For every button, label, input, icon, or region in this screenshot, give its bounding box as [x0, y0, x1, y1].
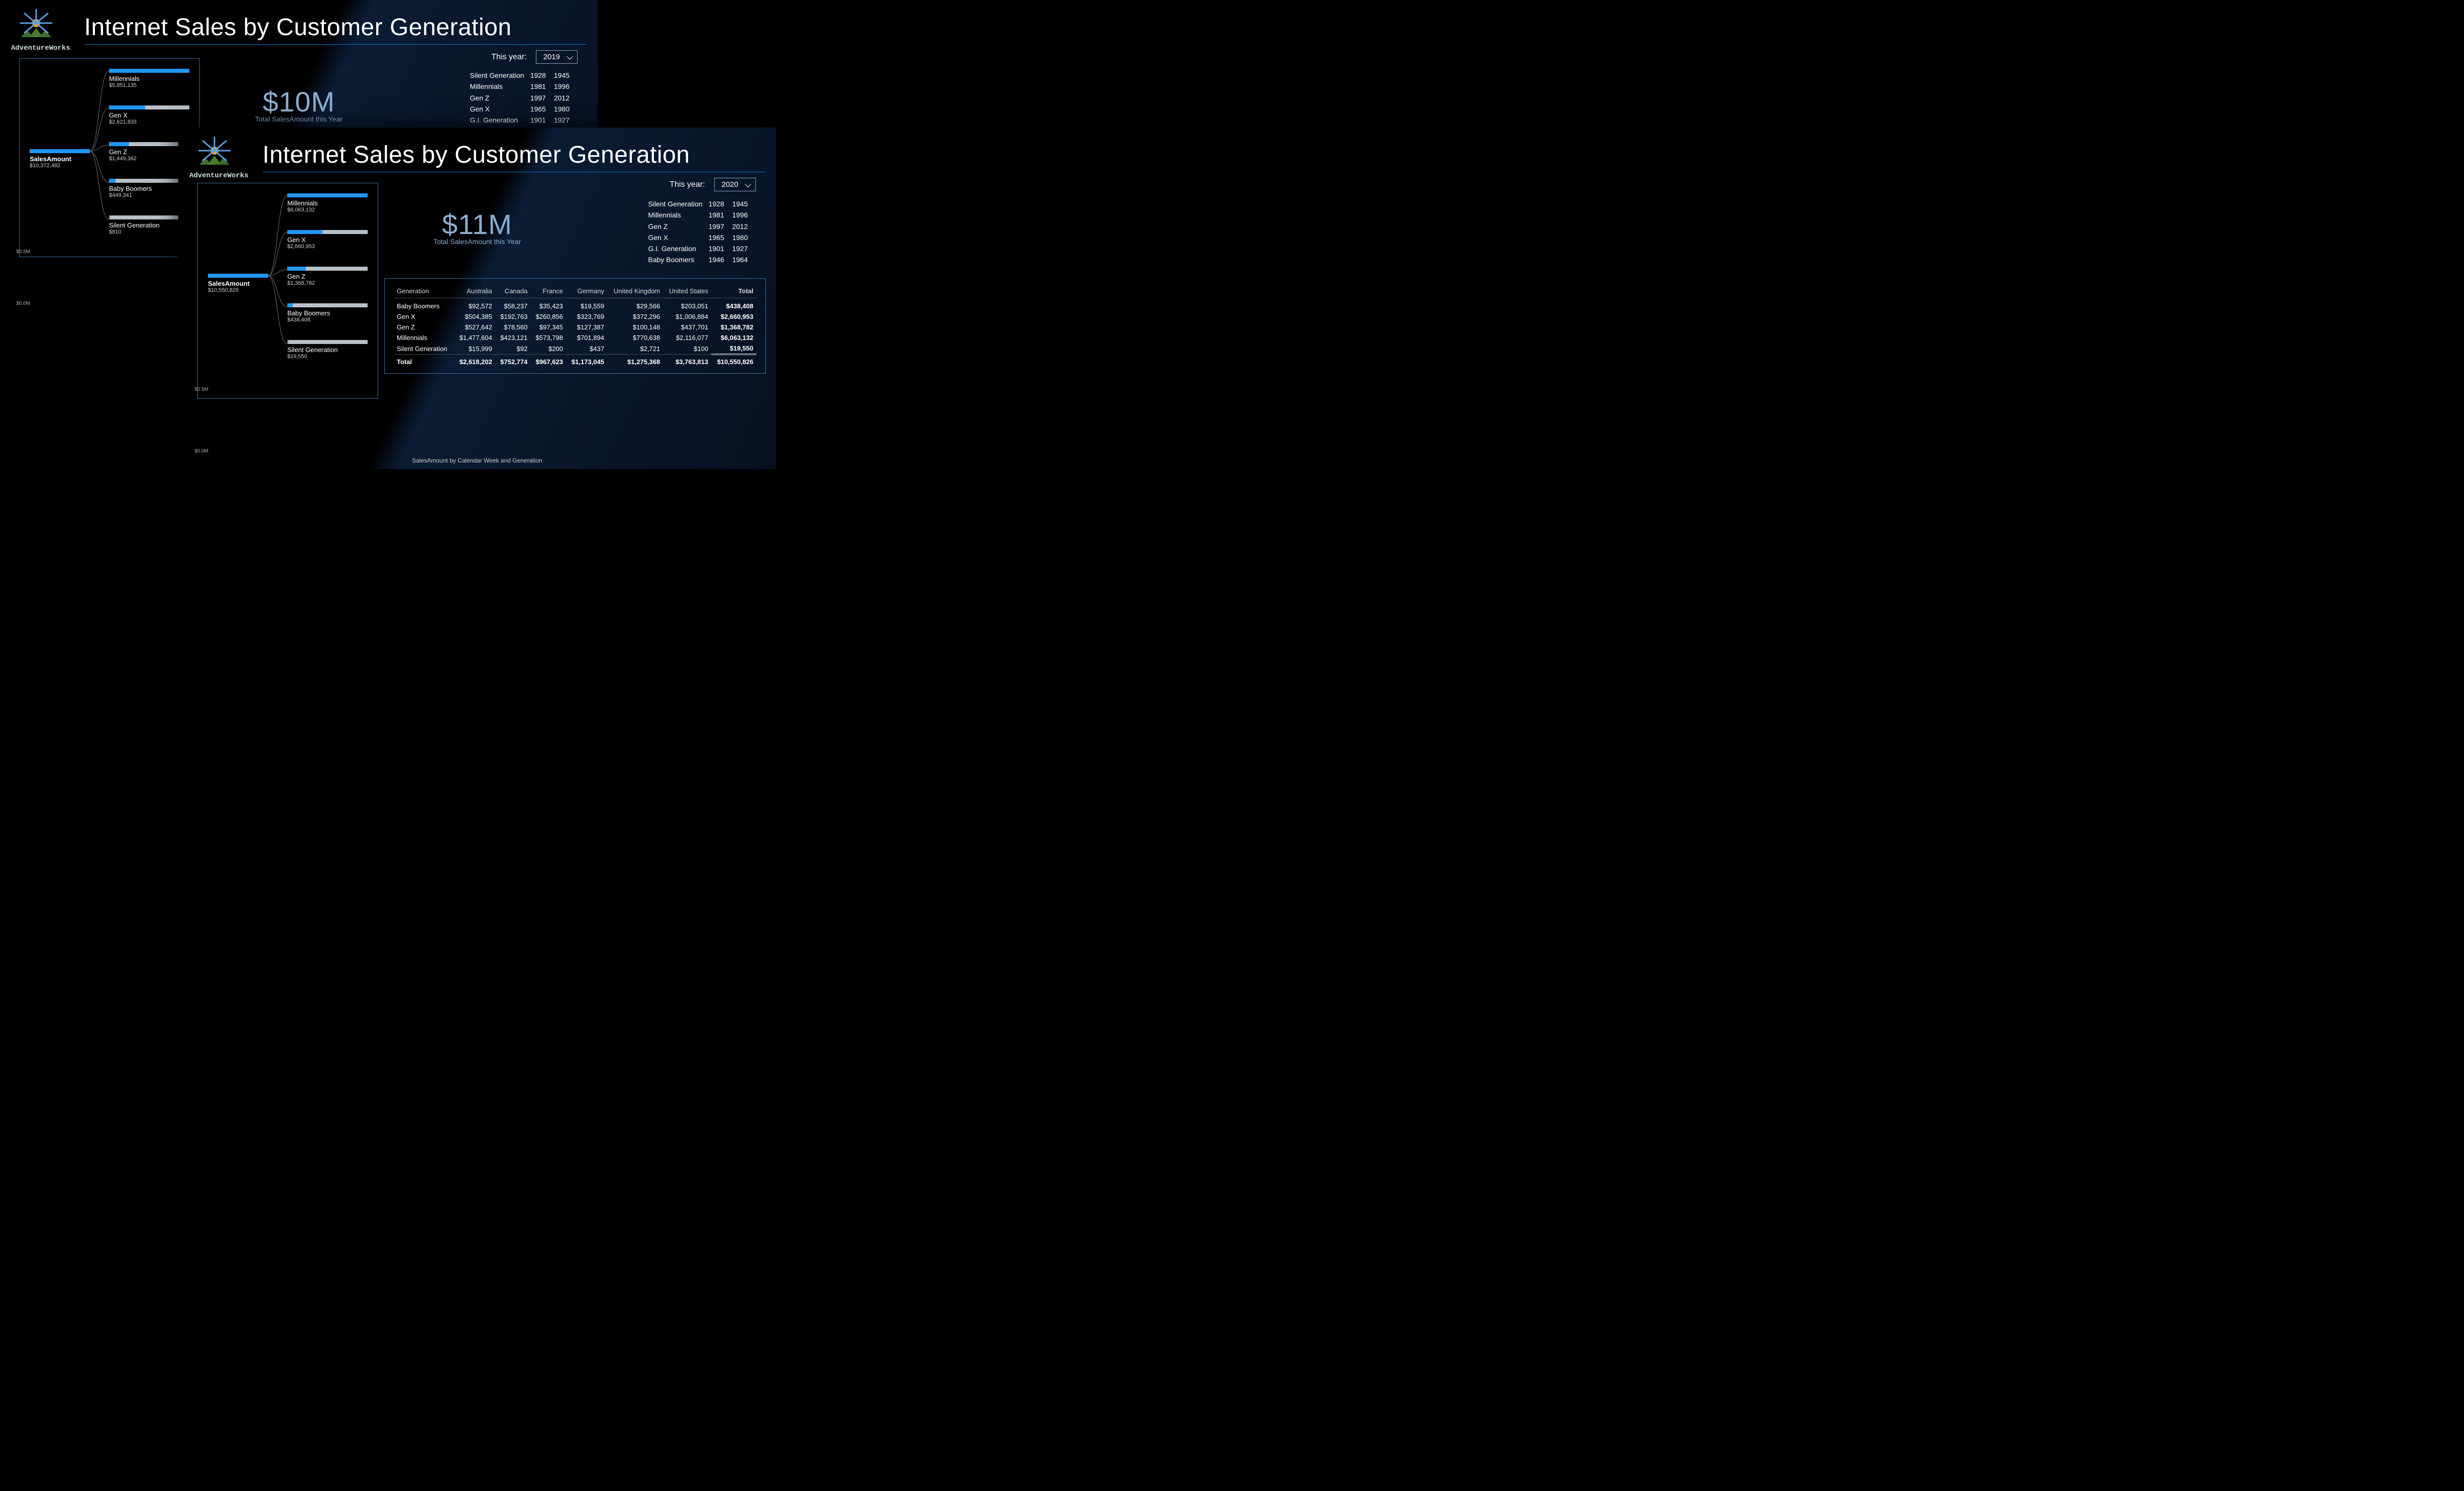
matrix-header: Canada — [495, 286, 531, 298]
matrix-header: United Kingdom — [607, 286, 663, 298]
kpi-value: $11M — [433, 208, 521, 241]
logo-name: AdventureWorks — [11, 44, 70, 52]
kpi-card: $11M Total SalesAmount this Year — [433, 208, 521, 246]
matrix-visual[interactable]: GenerationAustraliaCanadaFranceGermanyUn… — [384, 278, 766, 374]
year-value: 2020 — [722, 180, 738, 189]
decomp-leaf-label: Silent Generation — [287, 346, 368, 354]
y-axis-top: $0.5M — [10, 249, 30, 255]
weekly-caption: SalesAmount by Calendar Week and Generat… — [188, 457, 766, 464]
table-row[interactable]: Gen Z$527,642$78,560$97,345$127,387$100,… — [394, 322, 756, 332]
decomp-root-value: $10,550,826 — [208, 287, 268, 293]
decomp-root-label: SalesAmount — [208, 280, 268, 287]
decomp-leaf[interactable]: Gen Z$1,449,362 — [109, 142, 189, 162]
decomp-leaf-value: $5,851,135 — [109, 82, 189, 88]
matrix-header: United States — [663, 286, 711, 298]
y-axis-bottom: $0.0M — [10, 301, 30, 306]
decomp-leaf-label: Silent Generation — [109, 221, 189, 229]
decomp-leaf[interactable]: Silent Generation$810 — [109, 215, 189, 235]
decomp-root-label: SalesAmount — [30, 155, 90, 163]
generation-def-row: Silent Generation19281945 — [470, 70, 577, 80]
kpi-caption: Total SalesAmount this Year — [433, 238, 521, 246]
generation-def-row: Millennials19811996 — [648, 210, 755, 220]
page-title: Internet Sales by Customer Generation — [263, 141, 765, 172]
table-row[interactable]: Millennials$1,477,604$423,121$573,798$70… — [394, 332, 756, 343]
decomp-leaf[interactable]: Millennials$5,851,135 — [109, 69, 189, 88]
year-select[interactable]: 2019 — [536, 50, 578, 64]
decomp-leaf-label: Millennials — [287, 199, 368, 207]
generation-def-row: Gen X19651980 — [470, 104, 577, 114]
generation-def-row: Baby Boomers19461964 — [648, 255, 755, 265]
y-axis-top: $0.5M — [188, 387, 208, 392]
logo-name: AdventureWorks — [189, 172, 249, 180]
decomp-leaf-value: $2,621,833 — [109, 119, 189, 125]
kpi-card: $10M Total SalesAmount this Year — [255, 85, 343, 123]
decomposition-tree[interactable]: SalesAmount $10,372,482 Millennials$5,85… — [19, 58, 200, 257]
decomp-leaf-value: $2,660,953 — [287, 244, 368, 250]
matrix-total-row: Total$2,618,202$752,774$967,623$1,173,04… — [394, 355, 756, 368]
decomp-leaf-label: Gen Z — [287, 273, 368, 280]
table-row[interactable]: Silent Generation$15,999$92$200$437$2,72… — [394, 343, 756, 355]
decomp-leaf-value: $1,449,362 — [109, 156, 189, 162]
decomp-leaf-value: $1,368,782 — [287, 280, 368, 286]
year-label: This year: — [669, 180, 705, 189]
table-row[interactable]: Gen X$504,385$192,763$260,856$323,769$37… — [394, 311, 756, 322]
decomp-leaf[interactable]: Millennials$6,063,132 — [287, 193, 368, 213]
table-row[interactable]: Baby Boomers$92,572$58,237$35,423$19,559… — [394, 298, 756, 312]
decomp-leaf-value: $438,408 — [287, 317, 368, 323]
decomp-leaf-value: $19,550 — [287, 354, 368, 360]
generation-def-row: Gen Z19972012 — [470, 93, 577, 103]
matrix-header: France — [530, 286, 566, 298]
weekly-stacked-chart[interactable]: $0.5M $0.0M SalesAmount by Calendar Week… — [188, 389, 766, 464]
decomp-leaf[interactable]: Gen X$2,621,833 — [109, 105, 189, 125]
decomp-leaf-label: Gen Z — [109, 148, 189, 156]
year-value: 2019 — [543, 53, 560, 61]
decomp-leaf-value: $810 — [109, 229, 189, 235]
decomp-root-value: $10,372,482 — [30, 163, 90, 169]
decomp-leaf[interactable]: Gen Z$1,368,782 — [287, 267, 368, 286]
matrix-header: Australia — [454, 286, 495, 298]
generation-definitions: Silent Generation19281945Millennials1981… — [647, 198, 756, 266]
decomp-leaf-label: Gen X — [109, 111, 189, 119]
dashboard-2020: AdventureWorks Internet Sales by Custome… — [178, 128, 776, 469]
decomp-leaf[interactable]: Baby Boomers$449,341 — [109, 179, 189, 198]
decomp-leaf-label: Baby Boomers — [109, 185, 189, 192]
generation-def-row: Gen Z19972012 — [648, 221, 755, 232]
year-label: This year: — [491, 53, 526, 62]
y-axis-bottom: $0.0M — [188, 448, 208, 454]
generation-def-row: Gen X19651980 — [648, 233, 755, 243]
decomp-leaf-label: Baby Boomers — [287, 309, 368, 317]
decomp-leaf-label: Gen X — [287, 236, 368, 244]
generation-def-row: Millennials19811996 — [470, 81, 577, 91]
decomp-leaf-value: $449,341 — [109, 192, 189, 198]
decomp-leaf[interactable]: Silent Generation$19,550 — [287, 340, 368, 360]
generation-def-row: G.I. Generation19011927 — [470, 115, 577, 125]
matrix-header: Generation — [394, 286, 454, 298]
decomp-leaf-label: Millennials — [109, 75, 189, 82]
page-title: Internet Sales by Customer Generation — [84, 14, 587, 45]
kpi-value: $10M — [255, 85, 343, 118]
decomp-leaf-value: $6,063,132 — [287, 207, 368, 213]
matrix-header: Germany — [566, 286, 607, 298]
year-select[interactable]: 2020 — [714, 178, 756, 191]
matrix-header: Total — [711, 286, 756, 298]
kpi-caption: Total SalesAmount this Year — [255, 115, 343, 123]
logo: AdventureWorks — [189, 134, 249, 180]
decomposition-tree[interactable]: SalesAmount $10,550,826 Millennials$6,06… — [197, 183, 378, 399]
generation-def-row: Silent Generation19281945 — [648, 199, 755, 209]
decomp-leaf[interactable]: Baby Boomers$438,408 — [287, 303, 368, 323]
logo: AdventureWorks — [11, 6, 70, 52]
decomp-leaf[interactable]: Gen X$2,660,953 — [287, 230, 368, 250]
generation-def-row: G.I. Generation19011927 — [648, 244, 755, 254]
